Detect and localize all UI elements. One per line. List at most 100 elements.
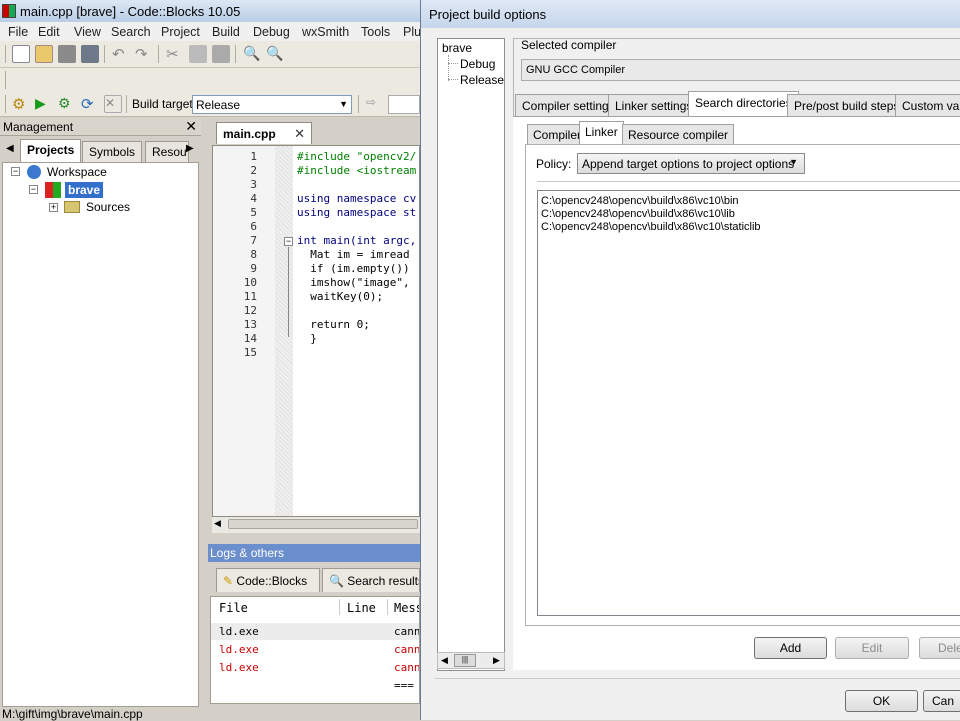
directory-item[interactable]: C:\opencv248\opencv\build\x86\vc10\lib — [541, 208, 735, 220]
new-file-icon[interactable] — [12, 45, 30, 63]
run-icon[interactable]: ▶ — [35, 95, 53, 113]
menu-file[interactable]: File — [8, 25, 28, 39]
tab-symbols[interactable]: Symbols — [82, 141, 143, 162]
code-line[interactable]: imshow("image", — [297, 276, 409, 289]
menu-wxsmith[interactable]: wxSmith — [302, 25, 349, 39]
log-file-cell[interactable]: ld.exe — [219, 661, 259, 674]
code-editor[interactable]: 1 #include "opencv2/2 #include <iostream 3 4… — [212, 145, 420, 517]
find-icon[interactable]: 🔍 — [243, 45, 261, 63]
scrollbar-thumb[interactable]: ||| — [454, 654, 476, 667]
menu-debug[interactable]: Debug — [253, 25, 290, 39]
tab-search-results[interactable]: 🔍 Search results — [322, 568, 420, 592]
code-line[interactable]: using namespace cv — [297, 192, 416, 205]
code-line[interactable]: #include <iostream — [297, 164, 416, 177]
debug-dropdown[interactable] — [388, 95, 420, 114]
column-header-file[interactable]: File — [219, 601, 248, 615]
scroll-right-icon[interactable]: ▶ — [493, 655, 500, 666]
menu-search[interactable]: Search — [111, 25, 151, 39]
log-message-cell[interactable]: cann — [394, 661, 419, 674]
tab-codeblocks-log[interactable]: ✎ Code::Blocks — [216, 568, 320, 592]
tab-search-directories[interactable]: Search directories — [688, 91, 799, 117]
debug-step-icon[interactable]: ⇨ — [366, 95, 384, 113]
code-line[interactable]: } — [297, 332, 317, 345]
line-number: 5 — [250, 206, 257, 219]
tab-pre-post-build-steps[interactable]: Pre/post build steps — [787, 94, 907, 116]
menu-project[interactable]: Project — [161, 25, 200, 39]
edit-button[interactable]: Edit — [835, 637, 909, 659]
save-all-icon[interactable] — [81, 45, 99, 63]
tree-item-debug[interactable]: Debug — [460, 57, 495, 71]
code-line[interactable]: if (im.empty()) — [297, 262, 409, 275]
menu-edit[interactable]: Edit — [38, 25, 60, 39]
log-file-cell[interactable]: ld.exe — [219, 625, 259, 638]
log-message-cell[interactable]: === — [394, 679, 414, 692]
subtab-resource-compiler[interactable]: Resource compiler — [622, 124, 735, 144]
open-folder-icon[interactable] — [35, 45, 53, 63]
tab-scroll-left-icon[interactable]: ◀ — [6, 143, 14, 154]
copy-icon[interactable] — [189, 45, 207, 63]
log-message-cell[interactable]: cann — [394, 625, 419, 638]
code-line[interactable]: waitKey(0); — [297, 290, 383, 303]
rebuild-icon[interactable]: ⟳ — [81, 95, 99, 113]
menu-build[interactable]: Build — [212, 25, 240, 39]
abort-icon[interactable]: ✕ — [104, 95, 122, 113]
sources-folder-node[interactable]: Sources — [86, 200, 130, 214]
scroll-left-icon[interactable]: ◀ — [441, 655, 448, 666]
delete-button[interactable]: Dele — [919, 637, 960, 659]
workspace-node[interactable]: Workspace — [47, 165, 107, 179]
collapse-icon[interactable]: − — [29, 185, 38, 194]
code-line[interactable]: int main(int argc, — [297, 234, 416, 247]
column-header-message[interactable]: Mess — [394, 601, 419, 615]
fold-toggle-icon[interactable]: − — [284, 237, 293, 246]
add-button[interactable]: Add — [754, 637, 827, 659]
code-line[interactable]: #include "opencv2/ — [297, 150, 416, 163]
editor-tab-main-cpp[interactable]: main.cpp ✕ — [216, 122, 312, 144]
scroll-left-icon[interactable]: ◀ — [214, 518, 221, 529]
cut-icon[interactable]: ✂ — [166, 45, 184, 63]
editor-horizontal-scrollbar[interactable]: ◀ — [212, 517, 420, 533]
policy-select[interactable]: Append target options to project options… — [577, 153, 805, 174]
directories-list[interactable]: C:\opencv248\opencv\build\x86\vc10\bin C:… — [537, 190, 960, 616]
undo-icon[interactable]: ↶ — [112, 45, 130, 63]
scrollbar-thumb[interactable] — [228, 519, 418, 529]
tab-resources[interactable]: Resou — [145, 141, 189, 162]
close-icon[interactable]: ✕ — [294, 126, 305, 142]
build-gear-icon[interactable]: ⚙ — [12, 95, 30, 113]
subtab-linker[interactable]: Linker — [579, 121, 624, 145]
build-target-select[interactable]: Release ▼ — [192, 95, 352, 114]
build-and-run-icon[interactable]: ⚙ — [58, 95, 76, 113]
column-header-line[interactable]: Line — [347, 601, 376, 615]
log-file-cell[interactable]: ld.exe — [219, 643, 259, 656]
code-line[interactable]: using namespace st — [297, 206, 416, 219]
tab-linker-settings[interactable]: Linker settings — [608, 94, 700, 116]
menu-tools[interactable]: Tools — [361, 25, 390, 39]
dialog-separator — [435, 678, 960, 679]
save-icon[interactable] — [58, 45, 76, 63]
log-message-cell[interactable]: cann — [394, 643, 419, 656]
menu-plugins[interactable]: Plu — [403, 25, 421, 39]
tree-item-brave[interactable]: brave — [442, 41, 472, 55]
directory-item[interactable]: C:\opencv248\opencv\build\x86\vc10\stati… — [541, 221, 761, 233]
subtab-compiler[interactable]: Compiler — [527, 124, 588, 144]
directory-item[interactable]: C:\opencv248\opencv\build\x86\vc10\bin — [541, 195, 739, 207]
tree-item-release[interactable]: Release — [460, 73, 504, 87]
tab-compiler-settings[interactable]: Compiler settings — [515, 94, 622, 116]
code-line[interactable]: return 0; — [297, 318, 370, 331]
project-node[interactable]: brave — [65, 182, 104, 198]
menu-view[interactable]: View — [74, 25, 101, 39]
cancel-button[interactable]: Can — [923, 690, 960, 712]
collapse-icon[interactable]: − — [11, 167, 20, 176]
close-icon[interactable]: ✕ — [185, 118, 197, 135]
code-line[interactable]: Mat im = imread — [297, 248, 409, 261]
tree-horizontal-scrollbar[interactable]: ◀ ||| ▶ — [437, 652, 505, 669]
paste-icon[interactable] — [212, 45, 230, 63]
selected-compiler-select[interactable]: GNU GCC Compiler — [521, 59, 960, 81]
compiler-toolbar: ⚙ ▶ ⚙ ⟳ ✕ Build target: Release ▼ ⇨ — [0, 92, 420, 117]
replace-icon[interactable]: 🔍 — [266, 45, 284, 63]
ok-button[interactable]: OK — [845, 690, 918, 712]
expand-icon[interactable]: + — [49, 203, 58, 212]
redo-icon[interactable]: ↷ — [135, 45, 153, 63]
tab-custom-variables[interactable]: Custom varia — [895, 94, 960, 116]
tab-projects[interactable]: Projects — [20, 139, 82, 162]
tab-scroll-right-icon[interactable]: ▶ — [186, 143, 194, 154]
